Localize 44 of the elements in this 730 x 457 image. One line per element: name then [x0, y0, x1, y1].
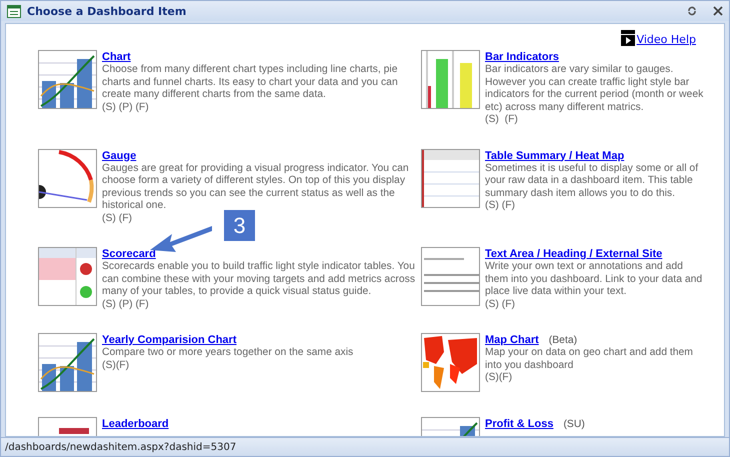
item-flags: (S) (F)	[485, 298, 516, 311]
item-title-link[interactable]: Chart	[102, 50, 131, 64]
item-flags: (S) (F)	[485, 200, 516, 212]
item-title-link[interactable]: Gauge	[102, 148, 136, 162]
bar-indicator-thumbnail	[421, 50, 480, 109]
item-flags: (S)(F)	[485, 372, 512, 384]
item-tag: (SU)	[563, 419, 585, 430]
gauge-thumbnail	[38, 148, 97, 208]
item-title-link[interactable]: Leaderboard	[102, 417, 169, 431]
item-description: Compare two or more years together on the same axis	[102, 347, 354, 360]
item-description: Gauges are great for providing a visual progress indicator. You can choose form a variety of different styles. On top of this you display previous trends so you can see the current status as well as the historical one.	[102, 162, 410, 212]
item-description: Sometimes it is useful to display some or all of your raw data in a dashboard item. This table summary dash item allows you to do this.	[485, 162, 700, 200]
close-icon[interactable]	[713, 6, 723, 16]
item-description: Bar indicators are vary similar to gauges. However you can create traffic light style bar indicators for the current period (month or week etc) across many different matrics.	[485, 64, 704, 114]
item-title-link[interactable]: Scorecard	[102, 247, 156, 261]
bar-chart-thumbnail	[38, 50, 97, 109]
step-number-badge: 3	[224, 210, 255, 241]
refresh-icon[interactable]	[687, 6, 697, 16]
item-title-link[interactable]: Yearly Comparision Chart	[102, 333, 236, 347]
item-description: Write your own text or annotations and add them into you dashboard. Link to your data and place live data within your text.	[485, 261, 704, 298]
item-tag: (Beta)	[548, 335, 578, 346]
item-title-link[interactable]: Map Chart	[485, 333, 539, 347]
item-title-link[interactable]: Text Area / Heading / External Site	[485, 247, 662, 261]
table-thumbnail	[421, 148, 480, 208]
bar-chart-thumbnail	[38, 333, 97, 392]
item-description: Choose from many different chart types including line charts, pie charts and funnel charts. Its easy to chart your data and you can create many different charts from the same data.	[102, 64, 399, 102]
item-flags: (S) (F)	[102, 212, 132, 225]
item-description: Map your on data on geo chart and add them into you dashboard	[485, 347, 694, 372]
video-clapper-icon[interactable]	[620, 30, 635, 46]
item-flags: (S) (F)	[485, 114, 518, 126]
item-title-link[interactable]: Table Summary / Heat Map	[485, 148, 624, 162]
item-description: Scorecards enable you to build traffic light style indicator tables. You can combine these with your moving targets and add metrics across many of your tables, to provide a quick visual status guide.	[102, 261, 416, 298]
text-thumbnail	[421, 247, 480, 306]
item-title-link[interactable]: Bar Indicators	[485, 50, 559, 64]
item-title-link[interactable]: Profit & Loss	[485, 417, 554, 431]
window-title: Choose a Dashboard Item	[27, 4, 188, 18]
status-url: /dashboards/newdashitem.aspx?dashid=5307	[5, 442, 236, 452]
item-flags: (S)(F)	[102, 360, 130, 372]
world-map-thumbnail	[421, 333, 480, 392]
video-help-link[interactable]: Video Help	[636, 33, 696, 46]
window-icon	[7, 4, 21, 18]
item-flags: (S) (P) (F)	[102, 102, 149, 114]
scorecard-thumbnail	[38, 247, 97, 306]
item-flags: (S) (P) (F)	[102, 298, 149, 311]
